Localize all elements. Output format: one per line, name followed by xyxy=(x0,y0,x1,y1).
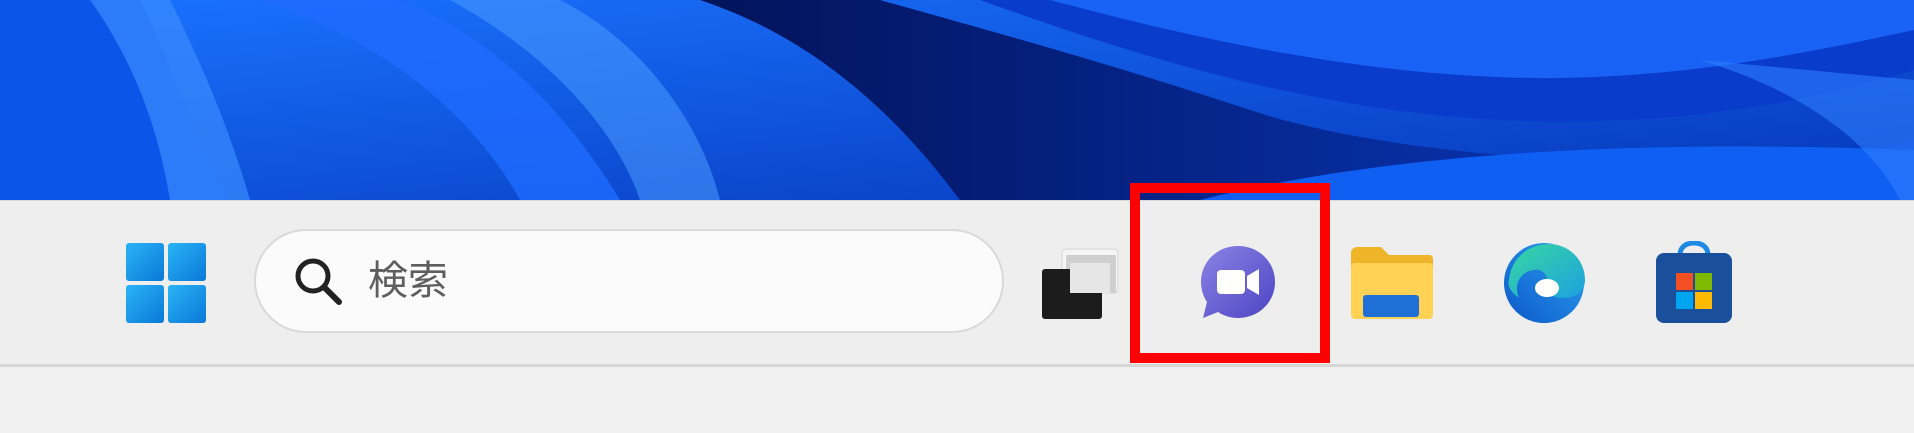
taskbar-search-box[interactable] xyxy=(254,229,1004,333)
edge-icon xyxy=(1504,243,1585,323)
desktop-wallpaper xyxy=(0,0,1914,200)
start-button[interactable] xyxy=(116,238,216,328)
below-taskbar-area xyxy=(0,367,1914,433)
search-input[interactable] xyxy=(366,257,930,305)
task-view-button[interactable] xyxy=(1030,238,1130,328)
store-icon xyxy=(1656,241,1732,323)
edge-browser-button[interactable] xyxy=(1494,238,1594,328)
microsoft-store-button[interactable] xyxy=(1644,238,1744,328)
wallpaper-art xyxy=(0,0,1914,200)
folder-icon xyxy=(1351,247,1433,319)
teams-chat-icon xyxy=(1201,246,1275,318)
file-explorer-button[interactable] xyxy=(1342,238,1442,328)
windows-logo-icon xyxy=(126,243,206,323)
teams-chat-button[interactable] xyxy=(1188,238,1288,328)
task-view-icon xyxy=(1042,248,1119,319)
search-icon xyxy=(290,253,346,309)
desktop-screen xyxy=(0,0,1914,433)
